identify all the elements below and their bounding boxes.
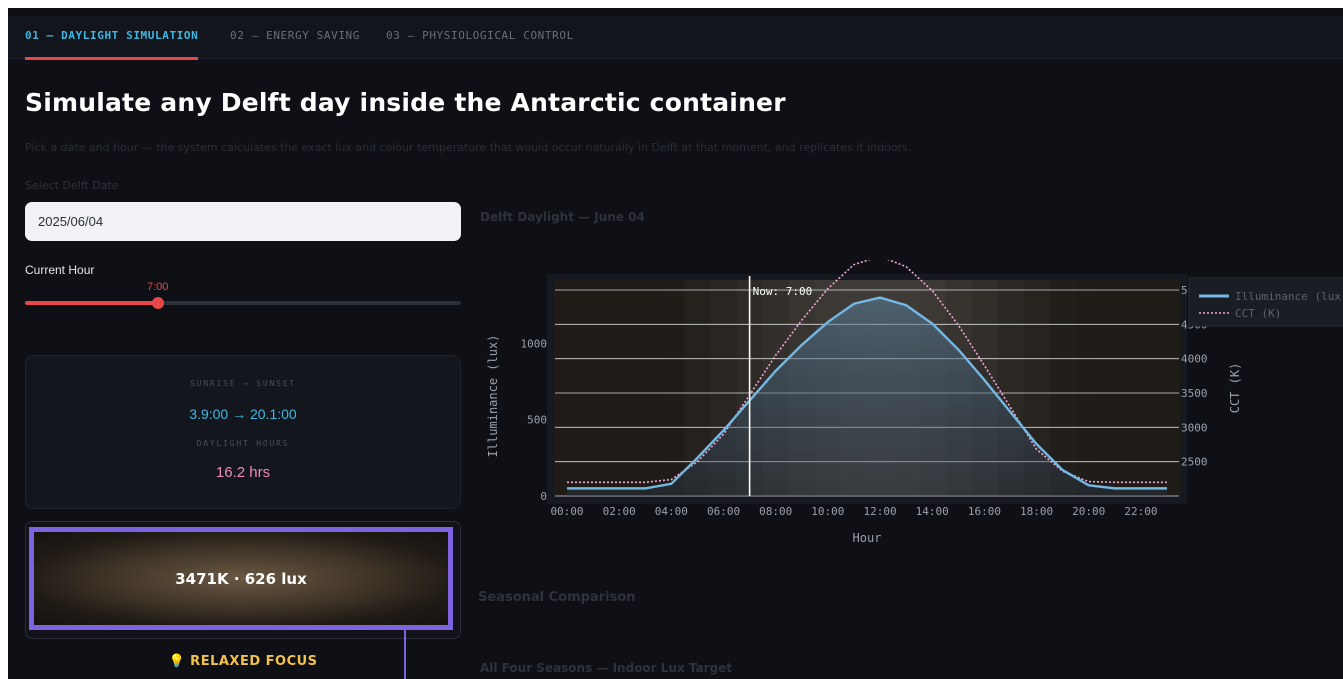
x-tick-label: 14:00 [916,505,949,518]
sun-card: SUNRISE → SUNSET 3.9:00 → 20.1:00 DAYLIG… [25,355,461,509]
four-seasons-heading: All Four Seasons — Indoor Lux Target [480,661,732,675]
sunrise-sunset-times: 3.9:00 → 20.1:00 [189,406,297,422]
app-window: 01 — DAYLIGHT SIMULATION 02 — ENERGY SAV… [8,8,1343,679]
y-tick-label: 1000 [521,337,548,350]
legend-label: Illuminance (lux) [1235,290,1343,303]
y2-tick-label: 4000 [1181,353,1208,366]
hour-band [1153,280,1181,496]
tab-energy-saving[interactable]: 02 — ENERGY SAVING [230,16,360,59]
hour-slider-thumb[interactable] [151,297,164,309]
x-tick-label: 22:00 [1124,505,1157,518]
mode-label: 💡 RELAXED FOCUS [168,654,318,669]
hour-label: Current Hour [25,263,95,277]
page-title: Simulate any Delft day inside the Antarc… [25,88,786,117]
y2-tick-label: 3000 [1181,421,1208,434]
hour-band [1127,280,1155,496]
hour-band [553,280,581,496]
x-tick-label: 02:00 [603,505,636,518]
light-preview: 3471K · 626 lux [29,527,453,630]
x-tick-label: 18:00 [1020,505,1053,518]
x-tick-label: 00:00 [550,505,583,518]
tab-physiological-control[interactable]: 03 — PHYSIOLOGICAL CONTROL [386,16,574,59]
light-preview-text: 3471K · 626 lux [175,570,307,588]
light-preview-card: 3471K · 626 lux [25,521,461,639]
hour-band [606,280,633,496]
daylight-hours-caption: DAYLIGHT HOURS [196,439,290,448]
x-tick-label: 16:00 [968,505,1001,518]
y2-axis-label: CCT (K) [1228,363,1242,414]
hour-band [580,280,607,496]
chart-legend: Illuminance (lux) CCT (K) [1188,277,1343,327]
seasonal-comparison-heading: Seasonal Comparison [478,590,636,605]
daylight-chart: Now: 7:00 00:00 02:00 04:00 06:00 08:00 10:00… [486,260,1343,545]
legend-label: CCT (K) [1235,307,1281,320]
chart-title: Delft Daylight — June 04 [480,210,645,224]
x-tick-label: 20:00 [1072,505,1105,518]
y2-tick-label: 3500 [1181,387,1208,400]
page-subtitle: Pick a date and hour — the system calcul… [25,141,912,154]
hour-slider-value: 7:00 [146,281,169,293]
x-tick-label: 04:00 [655,505,688,518]
hour-band [1101,280,1129,496]
x-axis-label: Hour [853,531,882,545]
hour-slider-fill [25,301,158,305]
tab-bar: 01 — DAYLIGHT SIMULATION 02 — ENERGY SAV… [8,16,1343,60]
hour-slider[interactable] [25,297,461,309]
daylight-hours-value: 16.2 hrs [215,464,271,481]
hour-band [1075,280,1103,496]
x-tick-label: 06:00 [707,505,740,518]
sunrise-sunset-caption: SUNRISE → SUNSET [190,379,296,388]
x-tick-label: 08:00 [759,505,792,518]
date-input[interactable] [25,202,461,241]
y-tick-label: 0 [540,490,547,503]
now-marker-label: Now: 7:00 [753,285,813,298]
y-tick-label: 500 [527,414,547,427]
y-axis-label: Illuminance (lux) [486,335,500,458]
tab-daylight-simulation[interactable]: 01 — DAYLIGHT SIMULATION [25,16,199,60]
hour-band [658,280,685,496]
date-label: Select Delft Date [25,179,119,192]
x-tick-label: 12:00 [863,505,896,518]
hour-band [632,280,659,496]
x-tick-label: 10:00 [811,505,844,518]
y2-tick-label: 2500 [1181,456,1208,469]
